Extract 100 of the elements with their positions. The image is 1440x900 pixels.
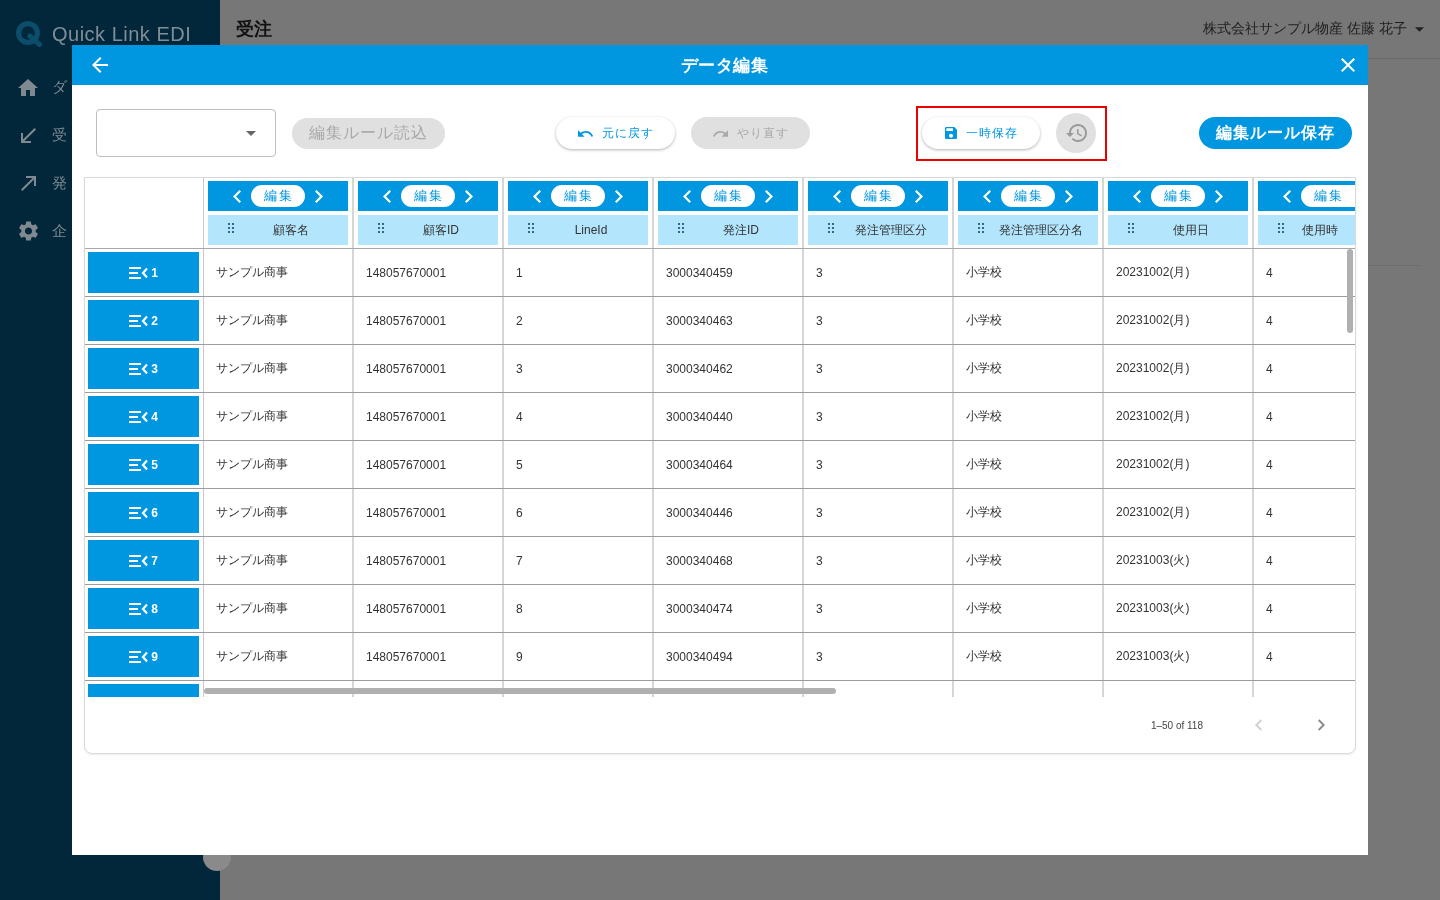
column-title: 発注管理区分 <box>855 221 927 239</box>
column-header[interactable]: 顧客名 <box>208 215 348 245</box>
chevron-left-icon[interactable] <box>983 189 991 203</box>
row-menu-button[interactable]: 1 <box>88 252 199 293</box>
edit-button[interactable]: 編集 <box>1301 185 1355 207</box>
column-header[interactable]: LineId <box>508 215 648 245</box>
drag-handle-icon[interactable] <box>678 223 684 233</box>
table-cell: 3 <box>504 345 654 392</box>
nav-link[interactable]: 企 <box>0 207 67 255</box>
edit-button[interactable]: 編集 <box>251 185 305 207</box>
page-title: 受注 <box>236 18 272 41</box>
table-cell: 148057670001 <box>354 249 504 296</box>
nav-link[interactable]: 発 <box>0 159 67 207</box>
nav-link[interactable]: 受 <box>0 111 67 159</box>
chevron-right-icon[interactable] <box>915 189 923 203</box>
arrow-down-left-icon <box>20 127 36 143</box>
table-cell: 3 <box>804 297 954 344</box>
drag-handle-icon[interactable] <box>528 223 534 233</box>
row-menu-button[interactable]: 3 <box>88 348 199 389</box>
undo-icon <box>577 129 593 137</box>
select-field[interactable] <box>96 109 276 157</box>
edit-button[interactable]: 編集 <box>851 185 905 207</box>
logo-icon <box>16 21 42 47</box>
row-menu-button[interactable]: 8 <box>88 588 199 629</box>
horizontal-scrollbar[interactable] <box>204 688 836 694</box>
chevron-right-icon[interactable] <box>315 189 323 203</box>
back-arrow-icon[interactable] <box>92 57 108 73</box>
column-header[interactable]: 発注ID <box>658 215 798 245</box>
table-cell: 3000340462 <box>654 345 804 392</box>
row-menu-button[interactable]: 4 <box>88 396 199 437</box>
drag-handle-icon[interactable] <box>378 223 384 233</box>
drag-handle-icon[interactable] <box>978 223 984 233</box>
column-header[interactable]: 発注管理区分名 <box>958 215 1098 245</box>
table-cell: 3000340468 <box>654 537 804 584</box>
table-cell-text: 4 <box>1265 600 1274 618</box>
vertical-scrollbar[interactable] <box>1347 249 1353 333</box>
table-cell: 148057670001 <box>354 297 504 344</box>
logo-text: Quick Link EDI <box>52 22 192 46</box>
table-cell: 3 <box>804 489 954 536</box>
column-title: 使用日 <box>1173 221 1209 239</box>
table-cell: 20231002(月) <box>1104 249 1254 296</box>
edit-button[interactable]: 編集 <box>1151 185 1205 207</box>
save-rule-button[interactable]: 編集ルール保存 <box>1199 117 1352 149</box>
table-cell: 小学校 <box>954 441 1104 488</box>
edit-button[interactable]: 編集 <box>1001 185 1055 207</box>
close-icon[interactable] <box>1341 58 1355 72</box>
lines-chevron-icon <box>129 410 149 423</box>
chevron-left-icon[interactable] <box>1133 189 1141 203</box>
nav-link[interactable]: ダ <box>0 63 67 111</box>
chevron-right-icon[interactable] <box>765 189 773 203</box>
temp-save-button[interactable]: 一時保存 <box>922 117 1040 149</box>
chevron-left-icon[interactable] <box>833 189 841 203</box>
table-cell: 3 <box>804 585 954 632</box>
table-cell: 小学校 <box>954 633 1104 680</box>
edit-button[interactable]: 編集 <box>551 185 605 207</box>
edit-button[interactable]: 編集 <box>701 185 755 207</box>
table-cell-text: 4 <box>1265 456 1274 474</box>
table-cell: 3 <box>804 441 954 488</box>
user-menu[interactable]: 株式会社サンプル物産 佐藤 花子 <box>1203 20 1424 38</box>
chevron-right-icon[interactable] <box>1215 189 1223 203</box>
table-cell: 6 <box>504 489 654 536</box>
chevron-right-icon[interactable] <box>615 189 623 203</box>
table-cell: 3000340494 <box>654 633 804 680</box>
save-icon <box>944 127 957 139</box>
chevron-left-icon[interactable] <box>383 189 391 203</box>
chevron-right-icon[interactable] <box>465 189 473 203</box>
column-header[interactable]: 使用時 <box>1258 215 1355 245</box>
column-header[interactable]: 発注管理区分 <box>808 215 948 245</box>
table-cell: 20231003(火) <box>1104 537 1254 584</box>
drag-handle-icon[interactable] <box>228 223 234 233</box>
table-cell: サンプル商事 <box>204 441 354 488</box>
chevron-left-icon[interactable] <box>533 189 541 203</box>
row-menu-button[interactable]: 7 <box>88 540 199 581</box>
edit-button[interactable]: 編集 <box>401 185 455 207</box>
table-cell: 3 <box>804 249 954 296</box>
table-cell: 20231002(月) <box>1104 297 1254 344</box>
undo-button[interactable]: 元に戻す <box>556 117 675 149</box>
chevron-right-icon[interactable] <box>1065 189 1073 203</box>
next-page-icon[interactable] <box>1318 719 1325 731</box>
table-cell: 小学校 <box>954 345 1104 392</box>
row-menu-button[interactable]: 5 <box>88 444 199 485</box>
column-header[interactable]: 顧客ID <box>358 215 498 245</box>
chevron-left-icon[interactable] <box>233 189 241 203</box>
lines-chevron-icon <box>129 362 149 375</box>
row-menu-button[interactable]: 2 <box>88 300 199 341</box>
table-cell: 7 <box>504 537 654 584</box>
row-menu-button[interactable]: 6 <box>88 492 199 533</box>
drag-handle-icon[interactable] <box>828 223 834 233</box>
table-cell-text: 4 <box>1265 408 1274 426</box>
dialog-title: データ編集 <box>680 54 769 77</box>
arrow-up-right-icon <box>20 175 36 191</box>
table-cell-text: 4 <box>1265 504 1274 522</box>
drag-handle-icon[interactable] <box>1128 223 1134 233</box>
lines-chevron-icon <box>129 554 149 567</box>
lines-chevron-icon <box>129 506 149 519</box>
chevron-left-icon[interactable] <box>1283 189 1291 203</box>
row-menu-button[interactable]: 9 <box>88 636 199 677</box>
chevron-left-icon[interactable] <box>683 189 691 203</box>
drag-handle-icon[interactable] <box>1278 223 1284 233</box>
column-header[interactable]: 使用日 <box>1108 215 1248 245</box>
